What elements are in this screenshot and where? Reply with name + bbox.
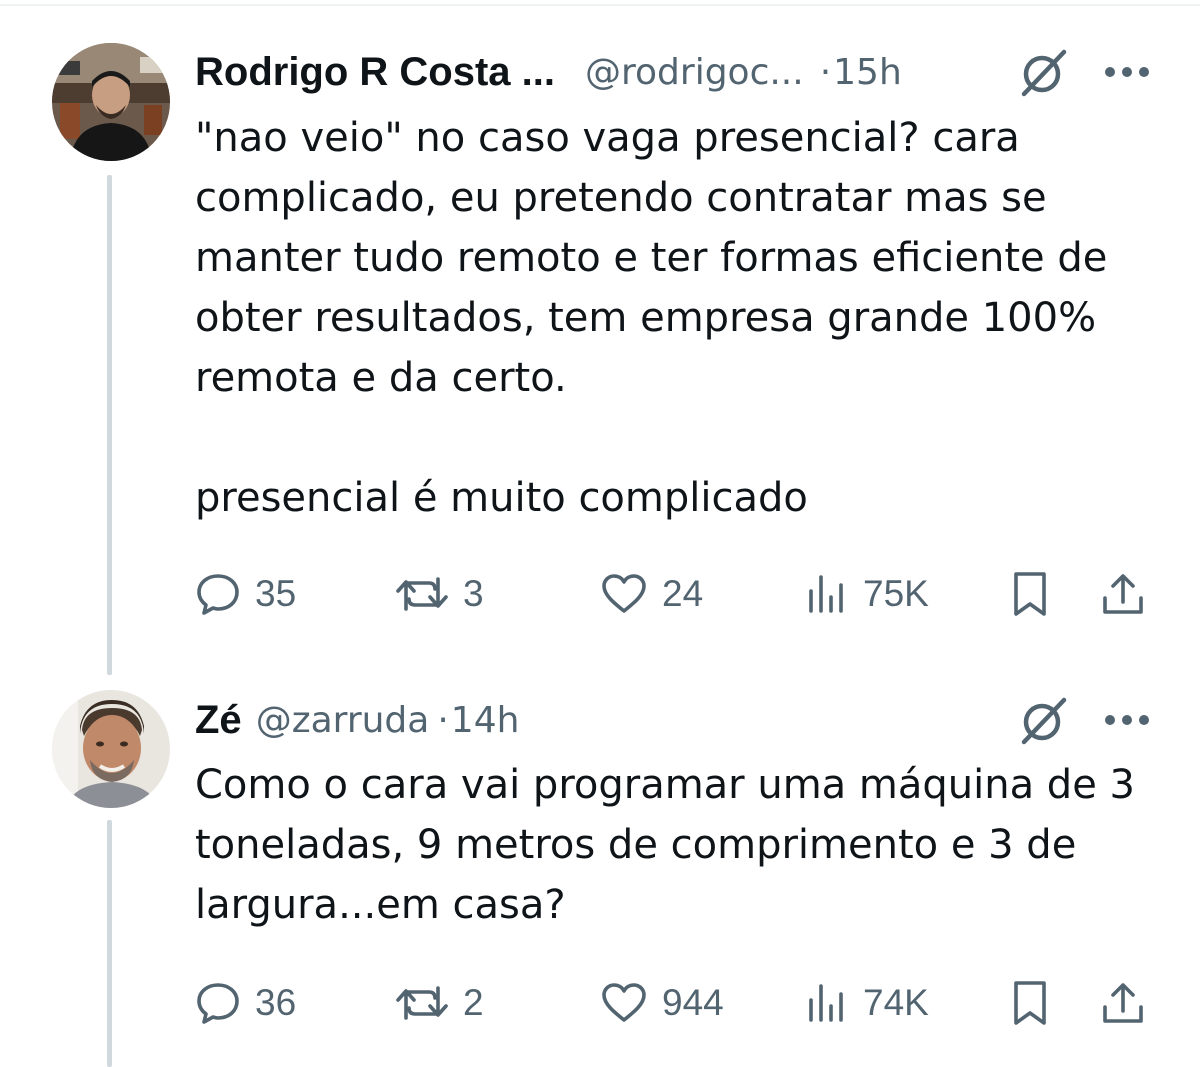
like-button[interactable]: 944 xyxy=(600,973,724,1033)
views-count: 74K xyxy=(863,982,929,1023)
avatar-image xyxy=(52,43,170,161)
views-icon xyxy=(809,575,843,613)
tweet-text: "nao veio" no caso vaga presencial? cara… xyxy=(195,115,1108,521)
reply-icon xyxy=(197,983,239,1024)
repost-icon xyxy=(396,986,448,1020)
repost-button[interactable]: 3 xyxy=(395,564,484,624)
avatar[interactable] xyxy=(52,690,170,808)
share-button[interactable] xyxy=(1100,973,1146,1033)
views-button[interactable]: 75K xyxy=(805,564,929,624)
display-name[interactable]: Zé xyxy=(195,698,242,743)
views-icon xyxy=(809,984,843,1022)
thread-line xyxy=(107,175,112,675)
user-handle[interactable]: @rodrigoc... xyxy=(585,52,804,93)
reply-button[interactable]: 36 xyxy=(195,973,296,1033)
heart-icon xyxy=(602,983,646,1022)
bookmark-button[interactable] xyxy=(1010,973,1050,1033)
reply-count: 35 xyxy=(255,573,297,614)
bookmark-button[interactable] xyxy=(1010,564,1050,624)
tweet-text: Como o cara vai programar uma máquina de… xyxy=(195,762,1135,928)
more-icon[interactable] xyxy=(1104,714,1150,726)
bookmark-icon xyxy=(1014,981,1046,1025)
views-count: 75K xyxy=(863,573,929,614)
tweet-header: Rodrigo R Costa ... @rodrigoc... · 15h xyxy=(195,42,1150,102)
bookmark-icon xyxy=(1014,572,1046,616)
repost-button[interactable]: 2 xyxy=(395,973,484,1033)
repost-icon xyxy=(396,577,448,611)
grok-icon[interactable] xyxy=(1018,46,1070,98)
avatar-image xyxy=(52,690,170,808)
user-handle[interactable]: @zarruda xyxy=(256,700,430,741)
separator: · xyxy=(437,699,449,741)
action-bar: 35 3 24 75K xyxy=(195,564,1155,624)
avatar[interactable] xyxy=(52,43,170,161)
grok-icon[interactable] xyxy=(1018,694,1070,746)
more-icon[interactable] xyxy=(1104,66,1150,78)
like-count: 944 xyxy=(662,982,724,1023)
views-button[interactable]: 74K xyxy=(805,973,929,1033)
share-button[interactable] xyxy=(1100,564,1146,624)
reply-button[interactable]: 35 xyxy=(195,564,296,624)
heart-icon xyxy=(602,574,646,613)
display-name[interactable]: Rodrigo R Costa ... xyxy=(195,50,555,95)
share-icon xyxy=(1103,574,1143,614)
separator: · xyxy=(819,51,832,93)
share-icon xyxy=(1103,983,1143,1023)
action-bar: 36 2 944 74K xyxy=(195,973,1155,1033)
tweet[interactable]: Rodrigo R Costa ... @rodrigoc... · 15h "… xyxy=(0,0,1200,675)
timestamp[interactable]: 14h xyxy=(451,700,520,741)
like-button[interactable]: 24 xyxy=(600,564,703,624)
thread-line xyxy=(107,820,112,1067)
tweet-header: Zé @zarruda · 14h xyxy=(195,690,1150,750)
repost-count: 3 xyxy=(463,573,484,614)
tweet[interactable]: Zé @zarruda · 14h Como o cara vai progra… xyxy=(0,660,1200,1067)
reply-icon xyxy=(197,574,239,615)
reply-count: 36 xyxy=(255,982,297,1023)
repost-count: 2 xyxy=(463,982,484,1023)
timestamp[interactable]: 15h xyxy=(833,52,902,93)
like-count: 24 xyxy=(662,573,704,614)
